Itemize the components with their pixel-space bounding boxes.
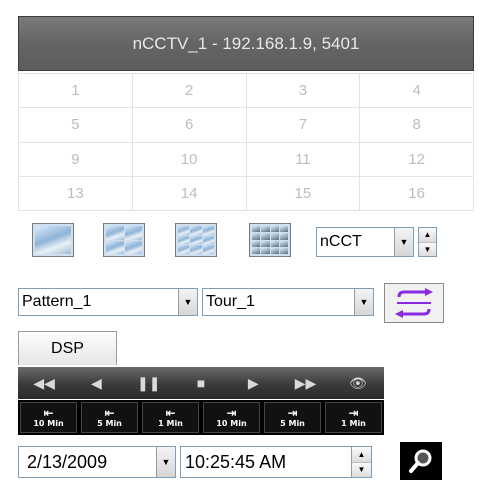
step-back-icon[interactable]: ◀: [70, 367, 122, 399]
device-spinner[interactable]: ▲ ▼: [418, 227, 437, 257]
spin-up-icon[interactable]: ▲: [419, 228, 436, 243]
jump-back-10-button[interactable]: ⇤ 10 Min: [20, 402, 77, 433]
dsp-button[interactable]: DSP: [18, 331, 117, 365]
single-view-button[interactable]: [32, 223, 74, 257]
chevron-down-icon[interactable]: ▼: [156, 447, 175, 477]
jump-back-5-button[interactable]: ⇤ 5 Min: [81, 402, 138, 433]
sixteen-view-icon: [252, 226, 261, 233]
chevron-down-icon[interactable]: ▼: [354, 289, 373, 315]
date-select-value: 2/13/2009: [27, 451, 108, 472]
channel-grid: 1 2 3 4 5 6 7 8 9 10 11 12 13 14 15 16: [18, 73, 474, 211]
jump-back-icon: ⇤: [165, 405, 176, 420]
channel-cell-10[interactable]: 10: [132, 142, 247, 177]
title-text: nCCTV_1 - 192.168.1.9, 5401: [132, 33, 360, 53]
eye-icon[interactable]: 👁: [332, 367, 384, 399]
tour-select[interactable]: Tour_1 ▼: [202, 288, 374, 316]
channel-cell-9[interactable]: 9: [19, 142, 133, 177]
pattern-select[interactable]: Pattern_1 ▼: [18, 288, 198, 316]
chevron-down-icon[interactable]: ▼: [394, 228, 413, 256]
device-select[interactable]: nCCT ▼: [316, 227, 414, 257]
jump-forward-1-button[interactable]: ⇥ 1 Min: [325, 402, 382, 433]
stop-icon[interactable]: ■: [175, 367, 227, 399]
pattern-select-value: Pattern_1: [22, 293, 92, 310]
nine-view-icon: [178, 226, 190, 235]
fast-forward-icon[interactable]: ▶▶: [279, 367, 331, 399]
title-bar: nCCTV_1 - 192.168.1.9, 5401: [18, 16, 474, 71]
jump-forward-icon: ⇥: [226, 405, 237, 420]
jump-back-icon: ⇤: [104, 405, 115, 420]
jump-back-1-button[interactable]: ⇤ 1 Min: [142, 402, 199, 433]
tour-select-value: Tour_1: [206, 293, 255, 310]
jump-forward-5-button[interactable]: ⇥ 5 Min: [264, 402, 321, 433]
chevron-down-icon[interactable]: ▼: [178, 289, 197, 315]
spin-up-icon[interactable]: ▲: [352, 447, 371, 463]
search-icon: [409, 449, 432, 473]
time-jump-row: ⇤ 10 Min ⇤ 5 Min ⇤ 1 Min ⇥ 10 Min ⇥ 5 Mi…: [18, 400, 384, 435]
date-select[interactable]: 2/13/2009 ▼: [18, 446, 176, 478]
quad-view-icon: [106, 226, 124, 240]
time-spinner[interactable]: ▲ ▼: [351, 447, 371, 477]
single-view-icon: [35, 226, 71, 254]
quad-view-button[interactable]: [103, 223, 145, 257]
spin-down-icon[interactable]: ▼: [352, 462, 371, 477]
channel-cell-14[interactable]: 14: [132, 176, 247, 211]
sixteen-view-button[interactable]: [249, 223, 291, 257]
channel-cell-11[interactable]: 11: [246, 142, 361, 177]
channel-cell-1[interactable]: 1: [19, 74, 133, 109]
spin-down-icon[interactable]: ▼: [419, 242, 436, 256]
channel-cell-15[interactable]: 15: [246, 176, 361, 211]
channel-cell-8[interactable]: 8: [360, 108, 474, 143]
rewind-icon[interactable]: ◀◀: [18, 367, 70, 399]
channel-cell-16[interactable]: 16: [360, 176, 474, 211]
pause-icon[interactable]: ❚❚: [123, 367, 175, 399]
search-button[interactable]: [400, 442, 442, 480]
time-field[interactable]: 10:25:45 AM ▲ ▼: [180, 446, 372, 478]
channel-cell-12[interactable]: 12: [360, 142, 474, 177]
channel-cell-2[interactable]: 2: [132, 74, 247, 109]
time-field-value: 10:25:45 AM: [185, 451, 287, 472]
tour-cycle-icon: [395, 288, 433, 318]
jump-back-icon: ⇤: [43, 405, 54, 420]
jump-forward-icon: ⇥: [287, 405, 298, 420]
jump-forward-10-button[interactable]: ⇥ 10 Min: [203, 402, 260, 433]
play-icon[interactable]: ▶: [227, 367, 279, 399]
device-select-value: nCCT: [320, 233, 362, 250]
channel-cell-7[interactable]: 7: [246, 108, 361, 143]
channel-cell-4[interactable]: 4: [360, 74, 474, 109]
channel-cell-6[interactable]: 6: [132, 108, 247, 143]
playback-bar: ◀◀ ◀ ❚❚ ■ ▶ ▶▶ 👁: [18, 367, 384, 399]
tour-cycle-button[interactable]: [384, 283, 444, 323]
channel-cell-13[interactable]: 13: [19, 176, 133, 211]
nine-view-button[interactable]: [175, 223, 217, 257]
channel-cell-3[interactable]: 3: [246, 74, 361, 109]
jump-forward-icon: ⇥: [348, 405, 359, 420]
channel-cell-5[interactable]: 5: [19, 108, 133, 143]
